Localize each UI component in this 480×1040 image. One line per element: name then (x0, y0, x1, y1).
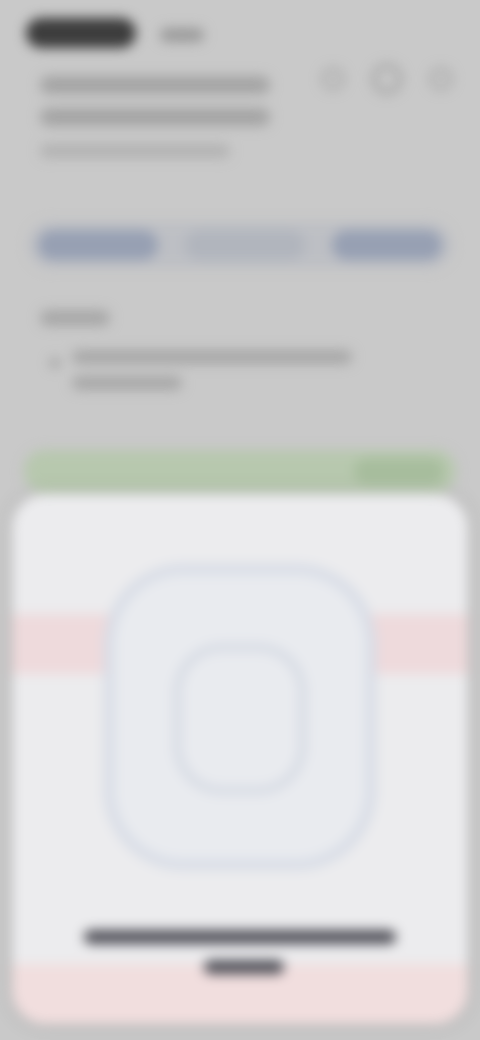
list-item-line-2 (72, 376, 182, 390)
section-heading (40, 310, 110, 326)
illustration-inner-shape (174, 644, 306, 794)
profile-icon[interactable] (372, 64, 402, 94)
status-indicator-icon (160, 28, 204, 42)
list-item[interactable] (50, 350, 370, 402)
page-subtitle-text (40, 144, 41, 145)
page-header (40, 76, 360, 158)
status-bar (20, 14, 220, 48)
tab-3-label (332, 230, 333, 231)
status-time (26, 18, 27, 19)
tab-bar (28, 222, 452, 268)
list-item-text (72, 350, 73, 351)
page-title-line-2 (40, 108, 270, 126)
bottom-sheet-card[interactable] (12, 494, 468, 1024)
status-time-pill (26, 18, 136, 48)
tab-2[interactable] (185, 230, 305, 260)
card-caption (84, 930, 85, 931)
tab-1-label (38, 230, 39, 231)
phone-outline-illustration (104, 564, 376, 870)
card-caption-line-2 (204, 960, 284, 974)
page-title-line-1 (40, 76, 270, 94)
card-caption-line-1 (84, 930, 396, 944)
banner-text (24, 450, 25, 451)
tab-2-label (185, 230, 186, 231)
tab-3[interactable] (332, 230, 442, 260)
list-item-line-1 (72, 350, 352, 364)
banner-action-button[interactable] (354, 458, 444, 484)
bullet-icon (50, 358, 60, 368)
app-screen (0, 0, 480, 1040)
page-title (40, 76, 41, 77)
tab-1[interactable] (38, 230, 158, 260)
more-icon[interactable] (430, 68, 452, 90)
page-subtitle (40, 144, 230, 158)
section-heading-text (40, 310, 41, 311)
